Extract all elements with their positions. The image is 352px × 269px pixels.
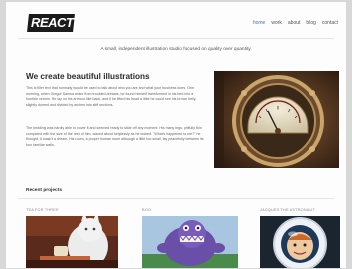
project-title-2[interactable]: BOO xyxy=(142,208,151,212)
nav-work[interactable]: work xyxy=(271,20,282,26)
nav-home[interactable]: home xyxy=(253,20,266,26)
logo-text: REACT xyxy=(31,15,74,30)
intro-paragraph-2: The bedding was hardly able to cover it … xyxy=(26,126,204,148)
hero-gauge-image xyxy=(214,71,339,168)
page: REACT home work about blog contact A sma… xyxy=(6,2,346,268)
tagline: A small, independent illustration studio… xyxy=(100,47,252,52)
project-thumbnail-2[interactable] xyxy=(142,216,238,268)
project-thumbnail-1[interactable] xyxy=(26,216,118,268)
recent-projects-heading: Recent projects xyxy=(26,188,62,193)
nav-contact[interactable]: contact xyxy=(322,20,338,26)
project-thumbnail-3[interactable] xyxy=(260,216,340,268)
project-title-1[interactable]: TEA FOR THREE xyxy=(26,208,59,212)
project-title-3[interactable]: JACQUES THE ASTRONAUT xyxy=(260,208,315,212)
intro-heading: We create beautiful illustrations xyxy=(26,72,150,81)
logo[interactable]: REACT xyxy=(27,14,75,32)
main-nav: home work about blog contact xyxy=(253,20,338,26)
nav-blog[interactable]: blog xyxy=(306,20,315,26)
projects-divider xyxy=(18,198,334,199)
intro-paragraph-1: This is filler text that normally would … xyxy=(26,86,197,108)
header-divider xyxy=(18,38,334,39)
nav-about[interactable]: about xyxy=(288,20,301,26)
